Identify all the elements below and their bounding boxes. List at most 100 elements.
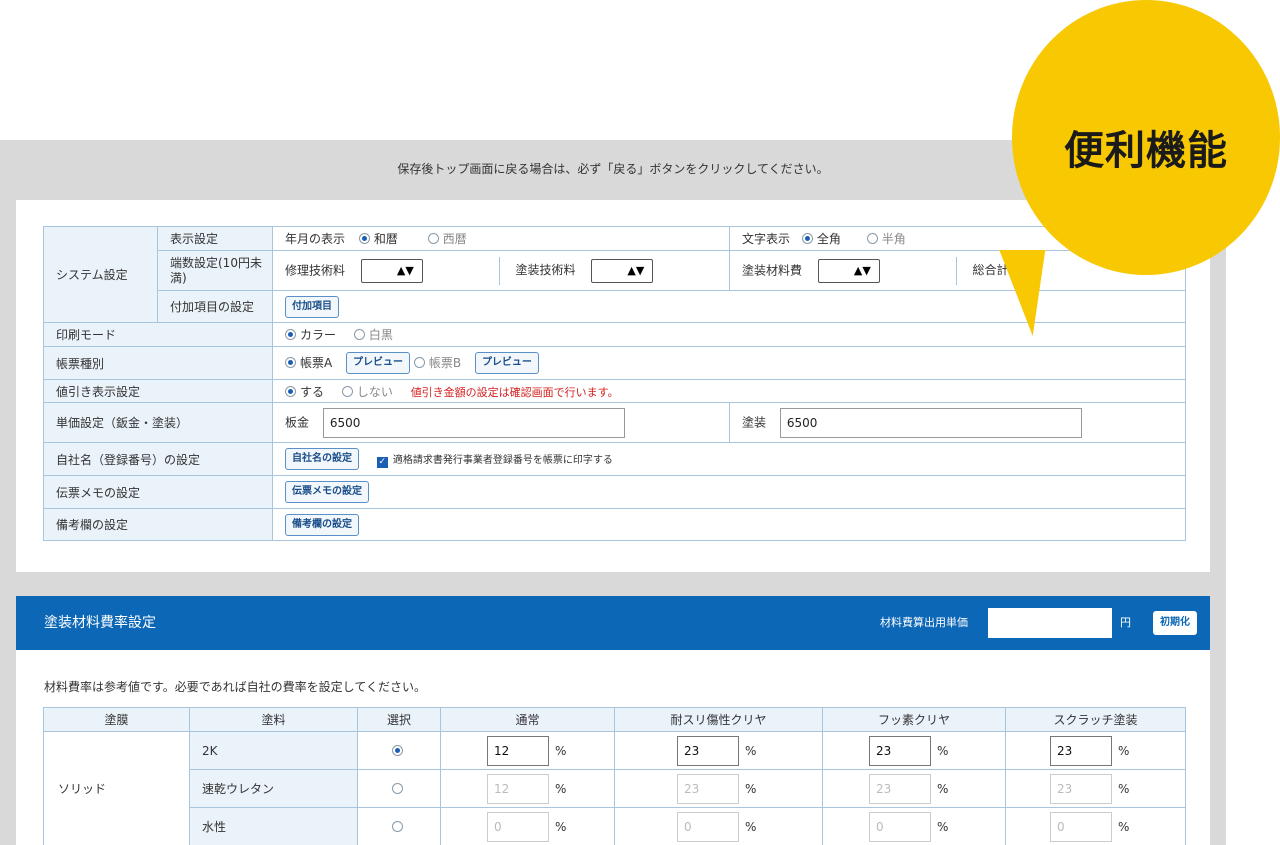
rate-cell: 23% bbox=[614, 769, 823, 808]
form-type-cell: 帳票A プレビュー 帳票B プレビュー bbox=[272, 346, 1186, 380]
rate-header-row: 塗膜 塗料 選択 通常 耐スリ傷性クリヤ フッ素クリヤ スクラッチ塗装 bbox=[43, 707, 1186, 732]
radio-icon[interactable] bbox=[353, 329, 365, 340]
reset-button[interactable]: 初期化 bbox=[1153, 611, 1197, 635]
paint-name: 速乾ウレタン bbox=[189, 769, 358, 808]
char-display-label: 文字表示 bbox=[742, 232, 791, 246]
col-scratch-resistant: 耐スリ傷性クリヤ bbox=[614, 707, 823, 732]
paint-tech-select[interactable]: ▲▼ bbox=[591, 258, 654, 283]
char-option-full[interactable]: 全角 bbox=[801, 232, 841, 246]
radio-icon[interactable] bbox=[391, 744, 403, 756]
rate-input[interactable]: 12 bbox=[487, 773, 549, 804]
yen-label: 円 bbox=[1120, 616, 1131, 629]
discount-on[interactable]: する bbox=[285, 385, 324, 399]
rate-cell: 23% bbox=[822, 769, 1006, 808]
rate-input[interactable]: 0 bbox=[487, 811, 549, 842]
print-mode-color[interactable]: カラー bbox=[285, 328, 336, 342]
rate-cell: 12% bbox=[440, 731, 615, 770]
material-rate-table: 塗膜 塗料 選択 通常 耐スリ傷性クリヤ フッ素クリヤ スクラッチ塗装 ソリッド… bbox=[43, 707, 1186, 845]
year-option-wareki[interactable]: 和暦 bbox=[358, 232, 398, 246]
system-settings-label: システム設定 bbox=[43, 226, 158, 323]
radio-icon[interactable] bbox=[866, 233, 878, 244]
rate-input[interactable]: 23 bbox=[1050, 773, 1112, 804]
radio-icon[interactable] bbox=[285, 385, 296, 397]
memo-button[interactable]: 伝票メモの設定 bbox=[285, 481, 369, 503]
radio-icon[interactable] bbox=[341, 385, 353, 397]
company-label: 自社名（登録番号）の設定 bbox=[43, 442, 273, 476]
rate-cell: 23% bbox=[1005, 769, 1186, 808]
preview-a-button[interactable]: プレビュー bbox=[346, 352, 411, 374]
table-row: ソリッド 2K 12% 23% 23% 23% bbox=[43, 731, 1186, 845]
rate-input[interactable]: 23 bbox=[869, 735, 931, 766]
discount-off[interactable]: しない bbox=[341, 385, 393, 399]
radio-icon[interactable] bbox=[427, 233, 439, 244]
rate-input[interactable]: 23 bbox=[677, 773, 739, 804]
paint-price-cell: 塗装 6500 bbox=[729, 402, 1186, 443]
col-select: 選択 bbox=[357, 707, 441, 732]
print-mode-label: 印刷モード bbox=[43, 322, 273, 347]
material-title: 塗装材料費率設定 bbox=[44, 615, 156, 631]
company-button[interactable]: 自社名の設定 bbox=[285, 448, 359, 470]
rate-cell: 0% bbox=[614, 807, 823, 845]
paint-material-select[interactable]: ▲▼ bbox=[817, 258, 880, 283]
feature-badge: 便利機能 bbox=[1064, 128, 1228, 174]
paint-price-input[interactable]: 6500 bbox=[779, 407, 1082, 438]
rate-input[interactable]: 23 bbox=[1050, 735, 1112, 766]
print-mode-mono[interactable]: 白黒 bbox=[353, 328, 393, 342]
rate-cell: 0% bbox=[822, 807, 1006, 845]
radio-icon[interactable] bbox=[391, 820, 403, 832]
radio-icon[interactable] bbox=[391, 782, 403, 794]
remarks-label: 備考欄の設定 bbox=[43, 508, 273, 541]
preview-b-button[interactable]: プレビュー bbox=[474, 352, 539, 374]
extra-items-button[interactable]: 付加項目 bbox=[285, 295, 339, 318]
rate-cell: 23% bbox=[614, 731, 823, 770]
invoice-checkbox[interactable]: ✓ 適格請求書発行事業者登録番号を帳票に印字する bbox=[376, 455, 613, 468]
rate-input[interactable]: 12 bbox=[487, 735, 549, 766]
extra-items-label: 付加項目の設定 bbox=[157, 290, 273, 323]
rate-cell: 23% bbox=[822, 731, 1006, 770]
year-display-label: 年月の表示 bbox=[285, 232, 346, 246]
rate-input[interactable]: 0 bbox=[869, 811, 931, 842]
rate-cell: 0% bbox=[440, 807, 615, 845]
discount-label: 値引き表示設定 bbox=[43, 379, 273, 403]
radio-icon[interactable] bbox=[413, 356, 425, 368]
material-unit-label: 材料費算出用単価 bbox=[880, 616, 968, 629]
year-option-seireki[interactable]: 西暦 bbox=[427, 232, 467, 246]
paint-name: 水性 bbox=[189, 807, 358, 845]
discount-cell: する しない 値引き金額の設定は確認画面で行います。 bbox=[272, 379, 1186, 403]
rate-input[interactable]: 0 bbox=[1050, 811, 1112, 842]
paint-tech-label: 塗装技術料 bbox=[515, 263, 576, 277]
form-type-label: 帳票種別 bbox=[43, 346, 273, 380]
radio-icon[interactable] bbox=[801, 233, 813, 244]
remarks-button[interactable]: 備考欄の設定 bbox=[285, 513, 359, 536]
paint-name: 2K bbox=[189, 731, 358, 770]
col-paint: 塗料 bbox=[189, 707, 358, 732]
repair-tech-label: 修理技術料 bbox=[285, 263, 346, 277]
page-frame: 保存後トップ画面に戻る場合は、必ず「戻る」ボタンをクリックしてください。 システ… bbox=[0, 140, 1226, 845]
col-fluorine: フッ素クリヤ bbox=[822, 707, 1006, 732]
radio-icon[interactable] bbox=[358, 233, 370, 244]
col-normal: 通常 bbox=[440, 707, 615, 732]
check-icon[interactable]: ✓ bbox=[376, 456, 388, 468]
rate-input[interactable]: 0 bbox=[677, 811, 739, 842]
rate-input[interactable]: 23 bbox=[677, 735, 739, 766]
radio-icon[interactable] bbox=[285, 329, 296, 340]
rate-input[interactable]: 23 bbox=[869, 773, 931, 804]
material-unit-input[interactable] bbox=[988, 608, 1112, 638]
radio-icon[interactable] bbox=[285, 356, 296, 368]
coating-type: ソリッド bbox=[43, 731, 190, 845]
form-type-b[interactable]: 帳票B bbox=[413, 356, 461, 370]
table-row: 速乾ウレタン 12% 23% 23% 23% bbox=[44, 769, 1186, 808]
form-type-a[interactable]: 帳票A bbox=[285, 356, 332, 370]
rate-cell: 0% bbox=[1005, 807, 1186, 845]
select-cell bbox=[357, 731, 441, 770]
col-scratch-paint: スクラッチ塗装 bbox=[1005, 707, 1186, 732]
sheet-price-cell: 板金 6500 bbox=[272, 402, 730, 443]
rate-cell: 12% bbox=[440, 769, 615, 808]
paint-label: 塗装 bbox=[742, 415, 767, 429]
material-header: 塗装材料費率設定 材料費算出用単価 円 初期化 bbox=[16, 596, 1210, 650]
table-row: 水性 0% 0% 0% 0% bbox=[44, 807, 1186, 845]
char-option-half[interactable]: 半角 bbox=[866, 232, 906, 246]
repair-tech-select[interactable]: ▲▼ bbox=[360, 258, 423, 283]
sheet-price-input[interactable]: 6500 bbox=[322, 407, 625, 438]
select-cell bbox=[357, 769, 441, 808]
